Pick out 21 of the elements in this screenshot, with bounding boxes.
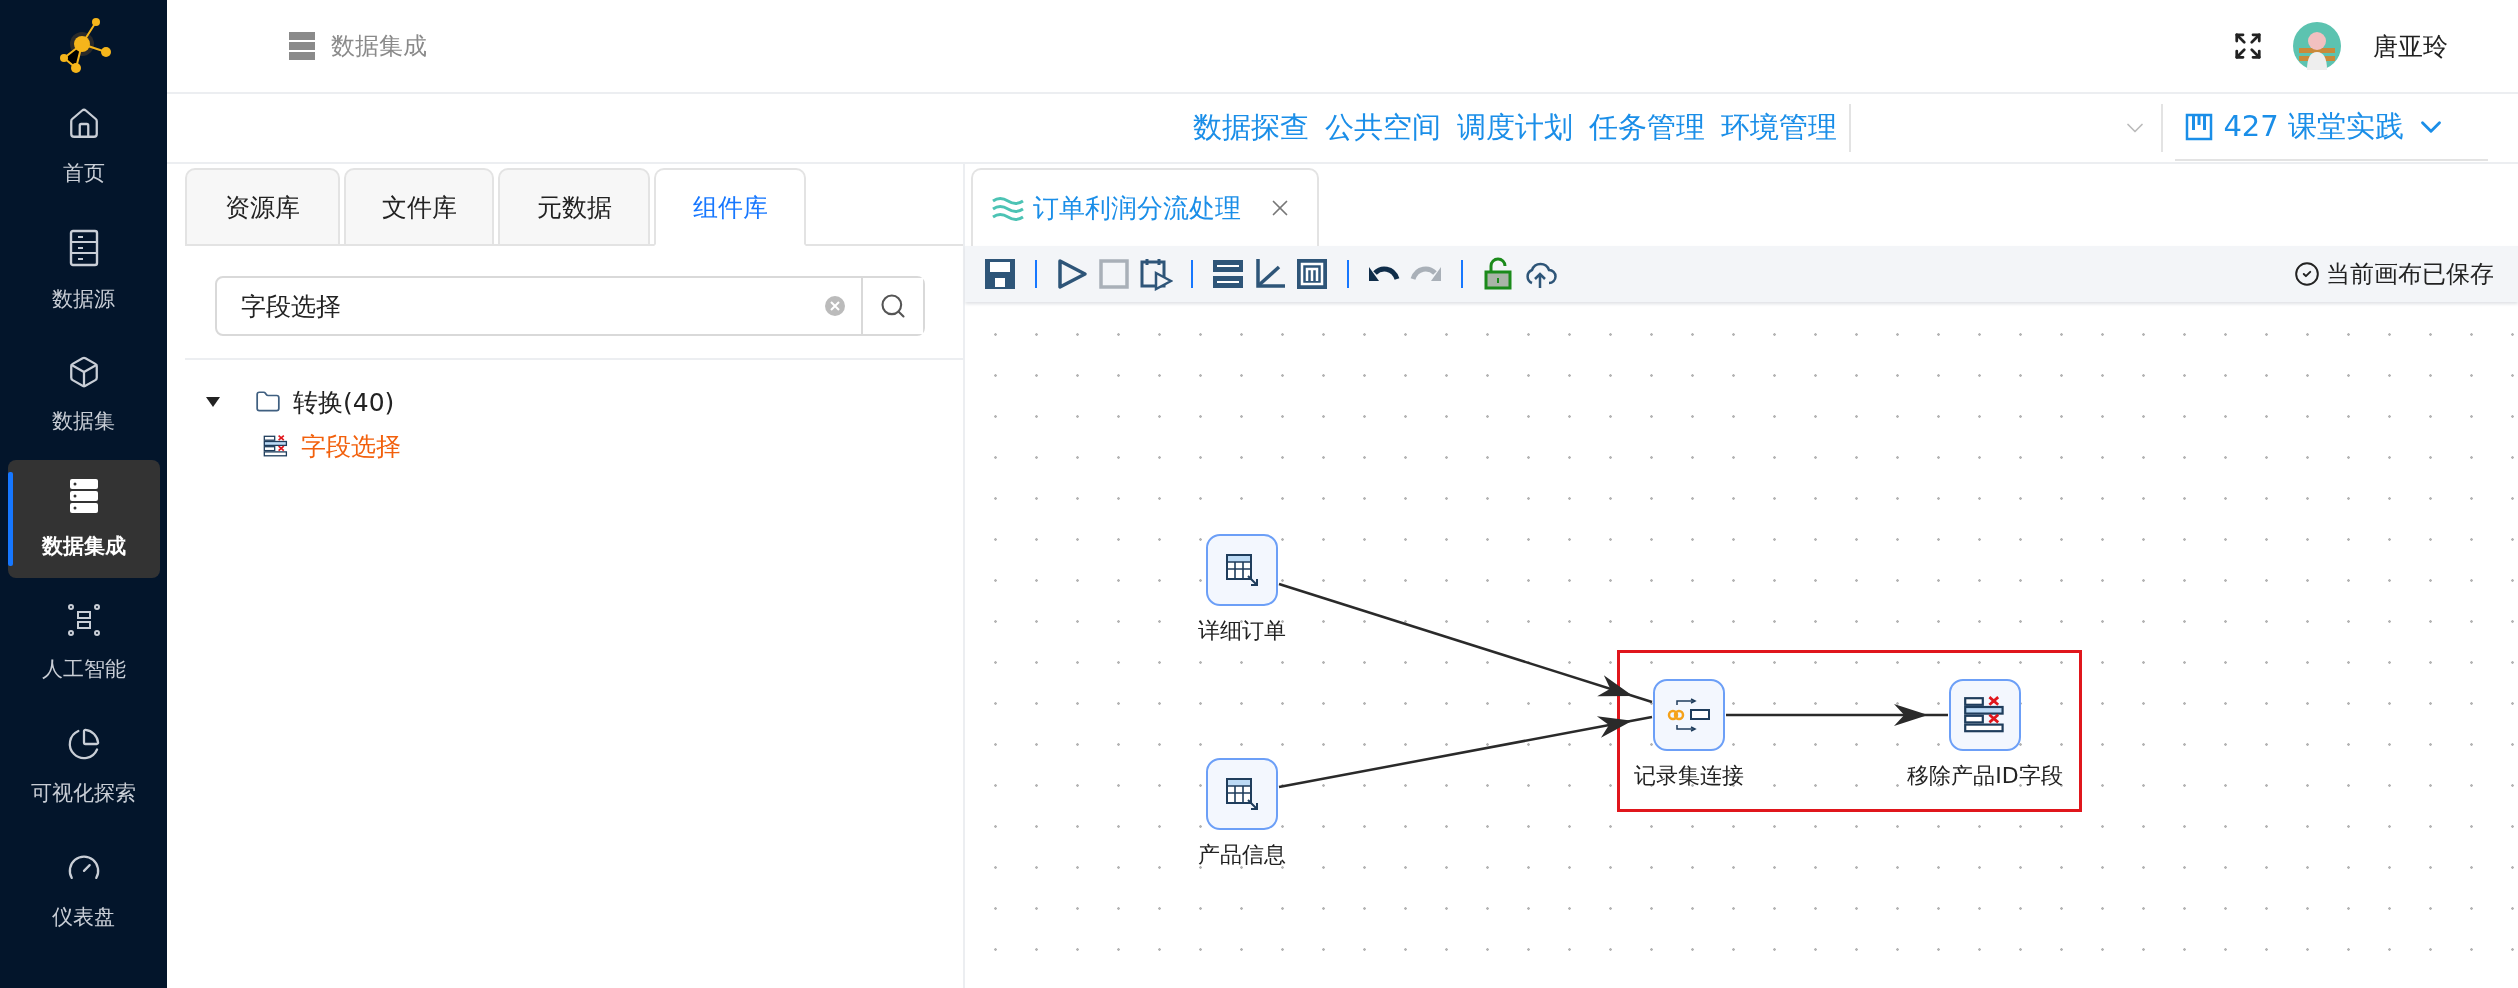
tab[interactable]: 组件库: [654, 168, 806, 246]
tab[interactable]: 元数据: [498, 168, 650, 246]
tree-item[interactable]: 转换(40): [293, 385, 395, 419]
nav-item[interactable]: 可视化探索: [7, 708, 160, 826]
nav-item[interactable]: 仪表盘: [7, 832, 160, 950]
tab[interactable]: 文件库: [344, 168, 494, 246]
tab[interactable]: 资源库: [185, 168, 340, 246]
nav-item[interactable]: 数据集: [7, 336, 160, 454]
nav-item[interactable]: 数据集成: [7, 460, 160, 578]
node-label: 移除产品ID字段: [1907, 762, 2063, 790]
search-input[interactable]: 字段选择: [217, 291, 825, 321]
breadcrumb: 数据集成: [331, 31, 427, 62]
nav-item[interactable]: 人工智能: [7, 584, 160, 702]
status-text: 当前画布已保存: [2326, 259, 2494, 290]
user-name: 唐亚玲: [2373, 30, 2448, 63]
nav-item[interactable]: 数据源: [7, 212, 160, 330]
node-label: 详细订单: [1198, 617, 1286, 645]
node-label: 记录集连接: [1634, 762, 1744, 790]
nav-item[interactable]: 首页: [7, 88, 160, 206]
node-label: 产品信息: [1198, 841, 1286, 869]
search-bar[interactable]: 字段选择: [215, 276, 925, 336]
